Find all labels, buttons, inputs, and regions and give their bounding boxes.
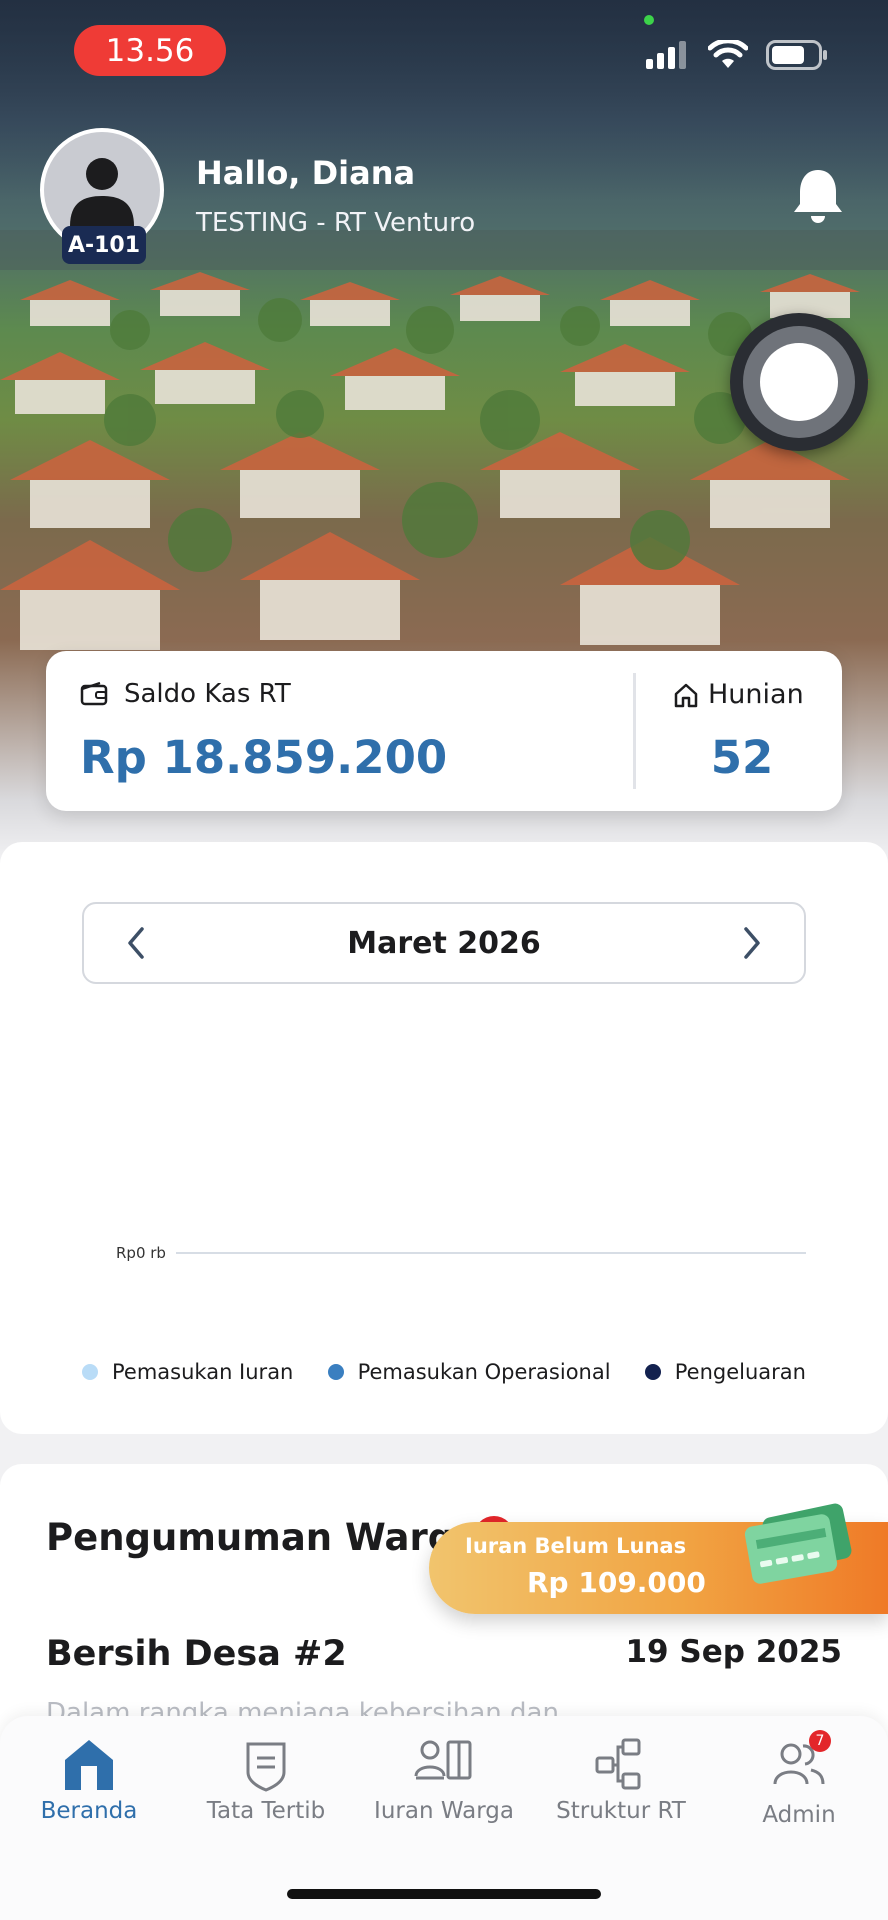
camera-indicator — [644, 15, 654, 25]
residence-label: Hunian — [708, 679, 804, 710]
home-indicator[interactable] — [287, 1889, 601, 1899]
announcement-title[interactable]: Bersih Desa #2 — [46, 1634, 347, 1674]
wifi-icon — [708, 40, 748, 68]
credit-card-icon — [744, 1503, 852, 1584]
admin-icon-wrap: 7 — [771, 1730, 831, 1796]
legend-item-pengeluaran: Pengeluaran — [644, 1360, 806, 1384]
resident-dues-icon — [414, 1740, 472, 1780]
tab-label: Beranda — [40, 1798, 138, 1824]
announcements-title: Pengumuman Warga — [46, 1516, 480, 1559]
legend-dot — [82, 1364, 98, 1380]
cash-summary-card: Saldo Kas RT Rp 18.859.200 Hunian 52 — [46, 651, 842, 811]
balance-value: Rp 18.859.200 — [80, 731, 448, 784]
y-tick-label: Rp0 rb — [116, 1244, 166, 1262]
org-structure-icon — [595, 1738, 641, 1790]
status-time[interactable]: 13.56 — [74, 25, 226, 76]
residence-label-row: Hunian — [672, 679, 804, 710]
tab-label: Admin — [762, 1802, 836, 1828]
cellular-signal-icon — [646, 41, 686, 69]
legend-dot — [327, 1364, 344, 1380]
announcement-date: 19 Sep 2025 — [625, 1634, 842, 1670]
legend-dot — [644, 1364, 661, 1380]
assistive-touch-icon — [760, 343, 838, 421]
finance-chart-card: Maret 2026 Rp0 rb Pemasukan Iuran Pemasu… — [0, 842, 888, 1434]
month-selector: Maret 2026 — [82, 902, 806, 984]
legend-label: Pengeluaran — [674, 1360, 806, 1384]
admin-notification-badge: 7 — [809, 1730, 831, 1752]
bell-icon — [794, 170, 842, 223]
unpaid-dues-amount: Rp 109.000 — [527, 1566, 706, 1599]
unit-code-badge: A-101 — [62, 226, 146, 264]
legend-item-iuran: Pemasukan Iuran — [82, 1360, 293, 1384]
chart-legend: Pemasukan Iuran Pemasukan Operasional Pe… — [82, 1360, 806, 1384]
assistive-touch-ring — [743, 326, 855, 438]
chevron-right-icon[interactable] — [740, 925, 764, 961]
legend-item-operasional: Pemasukan Operasional — [327, 1360, 611, 1384]
tab-admin[interactable]: 7 Admin — [714, 1730, 884, 1828]
status-icons — [646, 40, 828, 70]
home-icon — [65, 1740, 113, 1790]
balance-label: Saldo Kas RT — [124, 679, 291, 709]
tab-label: Tata Tertib — [206, 1798, 326, 1824]
residence-count: 52 — [710, 731, 774, 784]
greeting-text: Hallo, Diana — [196, 154, 416, 192]
rules-shield-icon — [246, 1742, 286, 1792]
tab-label: Struktur RT — [556, 1798, 686, 1824]
legend-label: Pemasukan Operasional — [357, 1360, 611, 1384]
house-icon — [674, 683, 698, 707]
month-label: Maret 2026 — [347, 925, 541, 961]
chevron-left-icon[interactable] — [124, 925, 148, 961]
notification-button[interactable] — [790, 166, 846, 230]
finance-bar-chart: Rp0 rb — [116, 1244, 806, 1262]
user-avatar-group[interactable]: A-101 — [40, 128, 168, 268]
wallet-icon — [80, 681, 108, 706]
battery-icon — [766, 40, 827, 70]
status-bar: 13.56 — [0, 0, 888, 100]
tab-beranda[interactable]: Beranda — [4, 1736, 174, 1824]
tab-struktur-rt[interactable]: Struktur RT — [536, 1736, 706, 1824]
assistive-touch-button[interactable] — [730, 313, 868, 451]
balance-label-row: Saldo Kas RT — [80, 679, 291, 709]
community-name: TESTING - RT Venturo — [196, 208, 476, 238]
summary-divider — [633, 673, 636, 789]
unpaid-dues-label: Iuran Belum Lunas — [465, 1534, 687, 1558]
legend-label: Pemasukan Iuran — [112, 1360, 294, 1384]
tab-label: Iuran Warga — [374, 1798, 514, 1824]
tab-tata-tertib[interactable]: Tata Tertib — [181, 1736, 351, 1824]
tab-iuran-warga[interactable]: Iuran Warga — [359, 1736, 529, 1824]
